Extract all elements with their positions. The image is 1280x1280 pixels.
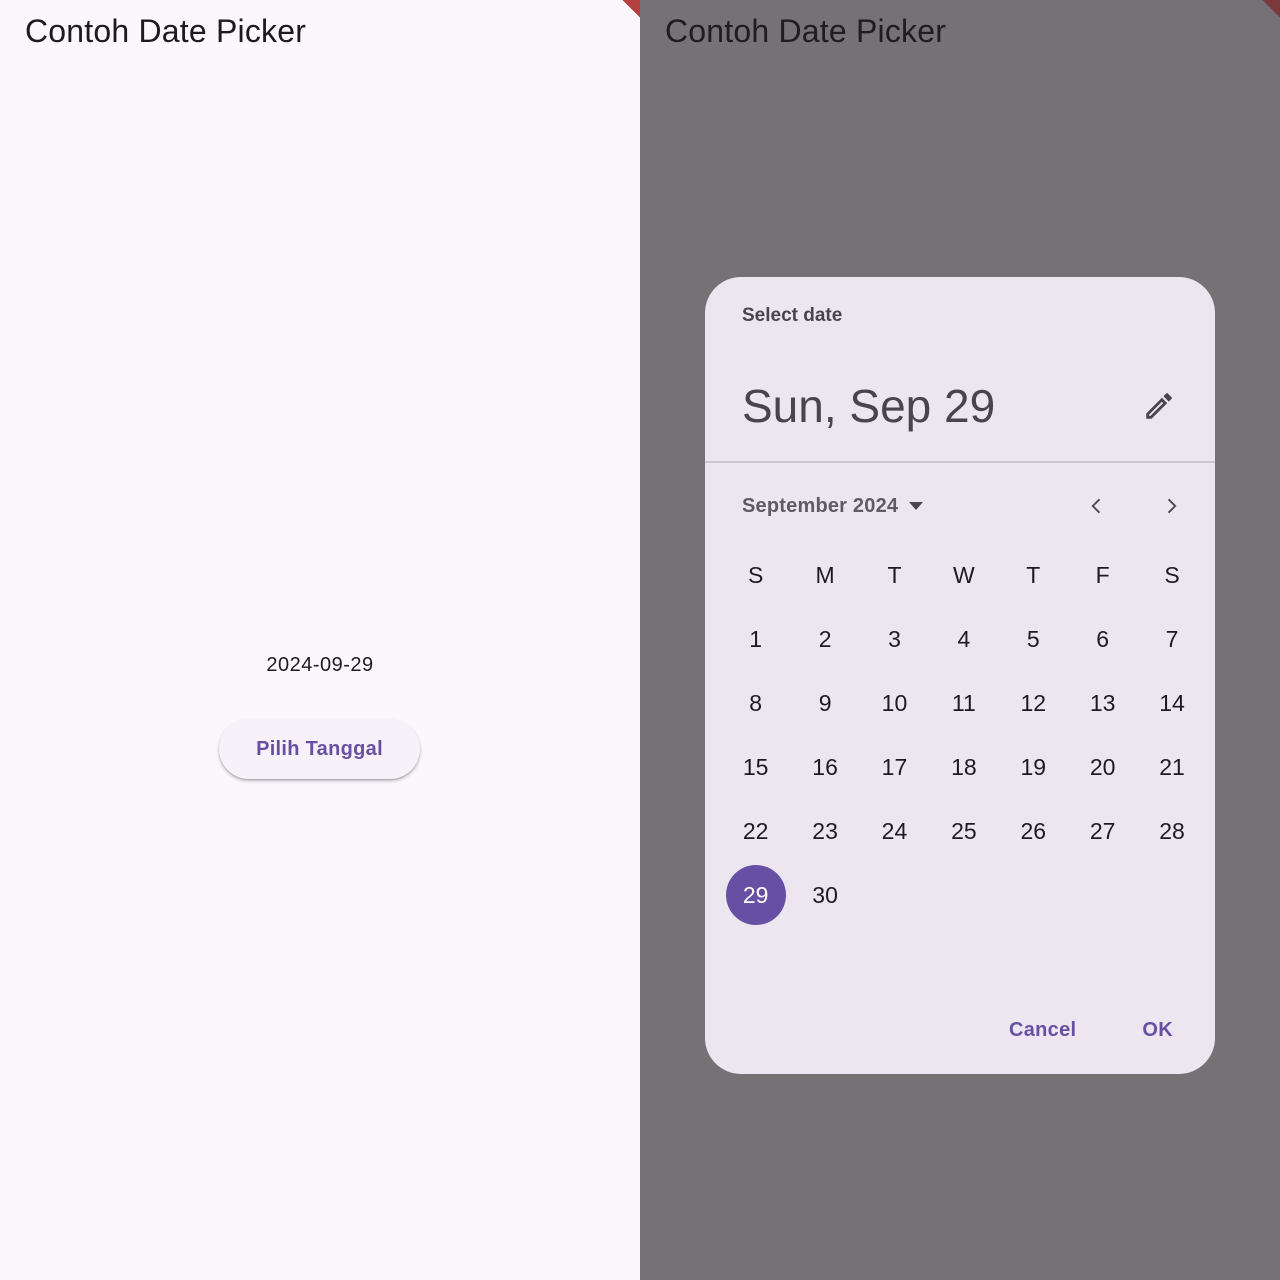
day-number: 18	[951, 753, 977, 780]
day-cell[interactable]: 23	[790, 799, 859, 863]
app-bar-title: Contoh Date Picker	[665, 13, 947, 49]
caret-down-icon	[909, 502, 924, 510]
weekday-header: S	[1164, 561, 1180, 588]
day-number: 11	[951, 689, 976, 716]
day-number: 5	[1026, 625, 1040, 652]
day-number: 9	[818, 689, 832, 716]
day-cell[interactable]: 26	[999, 799, 1068, 863]
day-cell[interactable]: 8	[721, 671, 790, 735]
day-number: 23	[812, 817, 838, 844]
day-cell[interactable]: 10	[860, 671, 929, 735]
day-cell[interactable]: 5	[999, 607, 1068, 671]
day-number: 15	[742, 753, 769, 780]
day-cell[interactable]: 18	[929, 735, 998, 799]
day-cell[interactable]: 14	[1137, 671, 1206, 735]
day-number: 16	[812, 753, 838, 780]
month-year-selector[interactable]: September 2024	[742, 491, 924, 521]
chevron-left-icon	[1091, 498, 1101, 514]
day-number: 12	[1020, 689, 1047, 716]
day-cell[interactable]: 1	[721, 607, 790, 671]
next-month-button[interactable]	[1151, 486, 1191, 526]
day-cell[interactable]: 25	[929, 799, 998, 863]
pencil-icon[interactable]	[1142, 389, 1176, 423]
day-number: 25	[951, 817, 977, 844]
day-number: 6	[1096, 625, 1110, 652]
day-cell[interactable]: 13	[1068, 671, 1137, 735]
day-number: 29	[725, 865, 786, 925]
day-number: 7	[1165, 625, 1179, 652]
day-cell[interactable]: 22	[721, 799, 790, 863]
day-cell[interactable]: 11	[929, 671, 998, 735]
ok-button[interactable]: OK	[1142, 1019, 1173, 1042]
day-cell[interactable]: 12	[999, 671, 1068, 735]
day-number: 1	[749, 625, 763, 652]
day-number: 30	[812, 881, 838, 908]
day-cell[interactable]: 24	[860, 799, 929, 863]
day-number: 28	[1159, 817, 1185, 844]
day-number: 22	[742, 817, 769, 844]
day-cell[interactable]: 16	[790, 735, 859, 799]
day-cell[interactable]: 30	[790, 863, 859, 927]
month-year-label: September 2024	[742, 494, 899, 517]
dialog-label: Select date	[742, 305, 843, 326]
day-cell[interactable]: 21	[1137, 735, 1206, 799]
dialog-actions: Cancel OK	[1009, 1019, 1173, 1042]
day-number: 4	[957, 625, 971, 652]
day-number: 8	[749, 689, 763, 716]
selected-day-cell[interactable]: 29	[721, 863, 790, 927]
day-number: 3	[888, 625, 901, 652]
selected-date-text: 2024-09-29	[266, 654, 374, 676]
date-picker-dialog: Select date Sun, Sep 29 September 2024 S…	[705, 277, 1215, 1074]
day-cell[interactable]: 3	[860, 607, 929, 671]
dialog-headline: Sun, Sep 29	[742, 380, 996, 432]
weekday-header: M	[815, 561, 835, 588]
debug-banner	[602, 0, 640, 30]
day-cell[interactable]: 17	[860, 735, 929, 799]
day-number: 24	[881, 817, 908, 844]
header-divider	[705, 461, 1215, 463]
weekday-header: W	[953, 561, 975, 588]
day-number: 27	[1089, 817, 1116, 844]
day-number: 21	[1159, 753, 1185, 780]
day-cell[interactable]: 19	[999, 735, 1068, 799]
day-cell[interactable]: 27	[1068, 799, 1137, 863]
previous-month-button[interactable]	[1077, 486, 1117, 526]
day-number: 2	[818, 625, 832, 652]
day-cell[interactable]: 2	[790, 607, 859, 671]
weekday-header: T	[887, 561, 902, 588]
cancel-button[interactable]: Cancel	[1009, 1019, 1076, 1042]
weekday-header: T	[1026, 561, 1041, 588]
right-screen: Contoh Date Picker Select date Sun, Sep …	[640, 0, 1280, 1280]
day-number: 20	[1089, 753, 1116, 780]
day-number: 13	[1089, 689, 1116, 716]
day-cell[interactable]: 20	[1068, 735, 1137, 799]
day-cell[interactable]: 7	[1137, 607, 1206, 671]
pick-date-button[interactable]: Pilih Tanggal	[219, 719, 420, 779]
day-cell[interactable]: 15	[721, 735, 790, 799]
chevron-right-icon	[1167, 498, 1177, 514]
day-cell[interactable]: 4	[929, 607, 998, 671]
weekday-header: S	[748, 561, 764, 588]
app-bar-title: Contoh Date Picker	[25, 13, 307, 49]
day-number: 10	[881, 689, 908, 716]
left-screen: Contoh Date Picker 2024-09-29 Pilih Tang…	[0, 0, 640, 1280]
debug-banner	[1242, 0, 1280, 30]
day-cell[interactable]: 9	[790, 671, 859, 735]
day-number: 14	[1159, 689, 1185, 716]
day-number: 26	[1020, 817, 1047, 844]
weekday-header: F	[1095, 561, 1110, 588]
calendar-grid: S M T W T F S 1 2 3 4 5 6 7 8 9 10 11 12 13 14 15 16 17 18 19 20 21…	[721, 543, 1207, 927]
day-cell[interactable]: 28	[1137, 799, 1206, 863]
day-number: 19	[1020, 753, 1047, 780]
day-number: 17	[881, 753, 908, 780]
day-cell[interactable]: 6	[1068, 607, 1137, 671]
